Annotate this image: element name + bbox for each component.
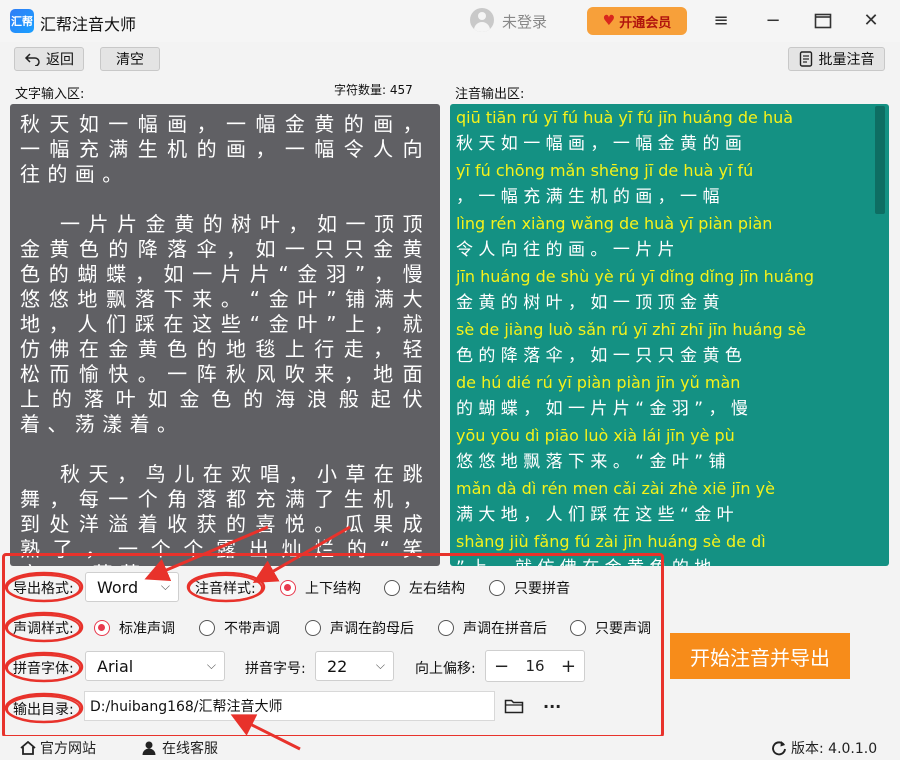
radio-label: 只要拼音 xyxy=(514,581,570,597)
chevron-down-icon: ⌵ xyxy=(206,658,216,672)
hanzi-line: 令 人 向 往 的 画 。 一 片 片 xyxy=(456,240,675,260)
annotation-output-area[interactable]: qiū tiān rú yī fú huà yī fú jīn huáng de… xyxy=(450,104,889,566)
hanzi-line: 的 蝴 蝶 ， 如 一 片 片 “ 金 羽 ” ， 慢 xyxy=(456,399,748,419)
home-icon xyxy=(20,741,36,755)
user-service-icon xyxy=(142,741,156,755)
radio-label: 标准声调 xyxy=(119,621,175,637)
output-area-label: 注音输出区: xyxy=(455,87,525,102)
batch-annotate-label: 批量注音 xyxy=(818,52,875,68)
close-icon[interactable]: ✕ xyxy=(858,8,884,34)
increment-button[interactable]: + xyxy=(561,656,576,677)
output-dir-label: 输出目录: xyxy=(6,695,81,723)
radio-tone-only[interactable]: 只要声调 xyxy=(570,618,651,638)
official-website-link[interactable]: 官方网站 xyxy=(20,738,96,758)
minimize-icon[interactable]: − xyxy=(760,8,786,34)
radio-dot xyxy=(384,580,400,596)
batch-doc-icon xyxy=(799,51,812,67)
version-info[interactable]: 版本: 4.0.1.0 xyxy=(771,738,877,758)
radio-label: 左右结构 xyxy=(409,581,465,597)
radio-left-right[interactable]: 左右结构 xyxy=(384,578,465,598)
chevron-down-icon: ⌵ xyxy=(375,658,385,672)
radio-dot xyxy=(94,620,110,636)
hanzi-line: 悠 悠 地 飘 落 下 来 。 “ 金 叶 ” 铺 xyxy=(456,452,726,472)
back-arrow-icon xyxy=(24,53,40,66)
maximize-icon[interactable] xyxy=(810,8,836,34)
offset-label: 向上偏移: xyxy=(415,661,476,677)
hanzi-line: 色 的 降 落 伞 ， 如 一 只 只 金 黄 色 xyxy=(456,346,742,366)
input-paragraph: 一片片金黄的树叶，如一顶顶金黄色的降落伞，如一只只金黄色的蝴蝶，如一片片“金羽”… xyxy=(20,212,430,436)
app-title: 汇帮注音大师 xyxy=(40,15,137,34)
pinyin-font-select[interactable]: Arial ⌵ xyxy=(85,651,225,681)
batch-annotate-button[interactable]: 批量注音 xyxy=(788,47,885,71)
char-count: 字符数量: 457 xyxy=(334,83,413,97)
radio-pinyin-only[interactable]: 只要拼音 xyxy=(489,578,570,598)
radio-label: 只要声调 xyxy=(595,621,651,637)
footer: 官方网站 在线客服 版本: 4.0.1.0 xyxy=(0,736,900,760)
radio-no-tone[interactable]: 不带声调 xyxy=(199,618,280,638)
radio-tone-after-final[interactable]: 声调在韵母后 xyxy=(305,618,414,638)
vip-button-label: 开通会员 xyxy=(619,15,672,31)
output-dir-input[interactable]: D:/huibang168/汇帮注音大师 xyxy=(84,691,495,721)
heart-vip-icon: ♥ xyxy=(602,13,616,29)
radio-dot xyxy=(199,620,215,636)
radio-label: 声调在韵母后 xyxy=(330,621,414,637)
hanzi-line: 满 大 地 ， 人 们 踩 在 这 些 “ 金 叶 xyxy=(456,505,734,525)
radio-standard-tone[interactable]: 标准声调 xyxy=(94,618,175,638)
pinyin-size-value: 22 xyxy=(327,656,348,676)
user-avatar-icon[interactable] xyxy=(470,8,494,32)
output-scrollbar[interactable] xyxy=(875,106,885,214)
pinyin-size-select[interactable]: 22 ⌵ xyxy=(315,651,394,681)
offset-value: 16 xyxy=(525,657,545,675)
clear-button-label: 清空 xyxy=(116,52,144,68)
pinyin-size-label: 拼音字号: xyxy=(245,661,306,677)
hanzi-line: 秋 天 如 一 幅 画 ， 一 幅 金 黄 的 画 xyxy=(456,134,742,154)
toolbar: 返回 清空 批量注音 xyxy=(0,42,900,78)
back-button-label: 返回 xyxy=(46,52,74,68)
online-support-link[interactable]: 在线客服 xyxy=(141,738,218,758)
title-bar: 汇帮 汇帮注音大师 未登录 ♥ 开通会员 ≡ − ✕ xyxy=(0,0,900,42)
folder-icon[interactable] xyxy=(504,697,524,719)
radio-label: 声调在拼音后 xyxy=(463,621,547,637)
input-paragraph: 秋天，鸟儿在欢唱，小草在跳舞，每一个角落都充满了生机，到处洋溢着收获的喜悦。瓜果… xyxy=(20,462,430,566)
input-area-label: 文字输入区: xyxy=(15,87,85,102)
radio-dot xyxy=(570,620,586,636)
radio-dot xyxy=(305,620,321,636)
online-support-label: 在线客服 xyxy=(162,741,218,757)
decrement-button[interactable]: − xyxy=(494,656,509,677)
radio-tone-after-pinyin[interactable]: 声调在拼音后 xyxy=(438,618,547,638)
clear-button[interactable]: 清空 xyxy=(100,47,160,71)
tone-style-label: 声调样式: xyxy=(6,614,81,642)
back-button[interactable]: 返回 xyxy=(14,47,84,71)
radio-label: 不带声调 xyxy=(224,621,280,637)
export-format-select[interactable]: Word ⌵ xyxy=(85,572,179,602)
annotation-style-label: 注音样式: xyxy=(188,574,263,602)
radio-dot xyxy=(489,580,505,596)
refresh-icon xyxy=(772,741,786,756)
radio-top-bottom[interactable]: 上下结构 xyxy=(280,578,361,598)
app-logo-icon: 汇帮 xyxy=(10,9,34,33)
start-export-button[interactable]: 开始注音并导出 xyxy=(670,633,850,679)
hanzi-line: 金 黄 的 树 叶 ， 如 一 顶 顶 金 黄 xyxy=(456,293,720,313)
export-format-label: 导出格式: xyxy=(6,574,81,602)
radio-dot xyxy=(280,580,296,596)
menu-icon[interactable]: ≡ xyxy=(708,8,734,34)
export-format-value: Word xyxy=(97,577,139,597)
radio-label: 上下结构 xyxy=(305,581,361,597)
radio-dot xyxy=(438,620,454,636)
version-label: 版本: 4.0.1.0 xyxy=(791,741,878,757)
official-website-label: 官方网站 xyxy=(40,741,96,757)
chevron-down-icon: ⌵ xyxy=(160,579,170,593)
input-paragraph: 秋天如一幅画，一幅金黄的画，一幅充满生机的画，一幅令人向往的画。 xyxy=(20,112,430,186)
text-input-area[interactable]: 秋天如一幅画，一幅金黄的画，一幅充满生机的画，一幅令人向往的画。 一片片金黄的树… xyxy=(10,104,440,566)
offset-stepper[interactable]: − 16 + xyxy=(485,650,585,682)
vip-button[interactable]: ♥ 开通会员 xyxy=(587,7,687,35)
pinyin-font-value: Arial xyxy=(97,656,134,676)
hanzi-line: ， 一 幅 充 满 生 机 的 画 ， 一 幅 xyxy=(456,187,720,207)
pinyin-font-label: 拼音字体: xyxy=(6,654,81,682)
output-dir-value: D:/huibang168/汇帮注音大师 xyxy=(90,699,283,715)
more-options-button[interactable]: ··· xyxy=(543,697,561,716)
login-status[interactable]: 未登录 xyxy=(502,11,547,32)
